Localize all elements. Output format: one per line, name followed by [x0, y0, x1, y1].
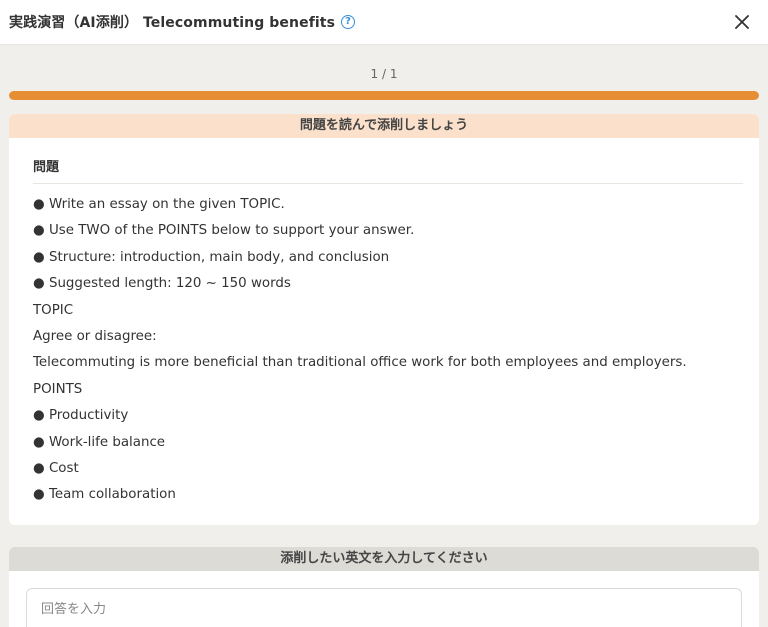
question-line: ● Use TWO of the POINTS below to support…: [33, 223, 415, 239]
progress-counter: 1 / 1: [370, 67, 398, 81]
question-card: 問題を読んで添削しましょう 問題 ● Write an essay on the…: [9, 114, 759, 525]
answer-input[interactable]: [26, 587, 742, 627]
question-line: ● Write an essay on the given TOPIC.: [33, 197, 285, 212]
question-line: ● Structure: introduction, main body, an…: [33, 249, 390, 265]
progress-bar-fill: [9, 91, 759, 100]
help-icon[interactable]: ?: [341, 15, 356, 29]
question-line: TOPIC: [33, 302, 74, 318]
question-line: ● Work-life balance: [33, 434, 166, 450]
question-line: ● Productivity: [33, 408, 129, 424]
close-icon: [735, 15, 749, 29]
question-line: ● Suggested length: 120 ~ 150 words: [33, 276, 291, 292]
dialog-title: 実践演習（AI添削） Telecommuting benefits: [9, 15, 336, 31]
question-line: Telecommuting is more beneficial than tr…: [33, 355, 687, 371]
question-card-header: 問題を読んで添削しましょう: [9, 114, 759, 138]
answer-card: 添削したい英文を入力してください: [9, 546, 759, 627]
dialog-header: 実践演習（AI添削） Telecommuting benefits ?: [0, 0, 768, 45]
progress-section: 1 / 1: [0, 45, 768, 100]
answer-box: [9, 571, 759, 627]
answer-card-header: 添削したい英文を入力してください: [9, 546, 759, 571]
question-line: ● Cost: [33, 461, 79, 477]
progress-bar: [9, 91, 759, 100]
question-card-body: 問題 ● Write an essay on the given TOPIC. …: [9, 138, 759, 525]
question-line: ● Team collaboration: [33, 487, 176, 503]
question-line: POINTS: [33, 381, 83, 397]
close-button[interactable]: [728, 8, 756, 36]
question-line: Agree or disagree:: [33, 329, 157, 345]
question-section-title: 問題: [33, 156, 743, 184]
